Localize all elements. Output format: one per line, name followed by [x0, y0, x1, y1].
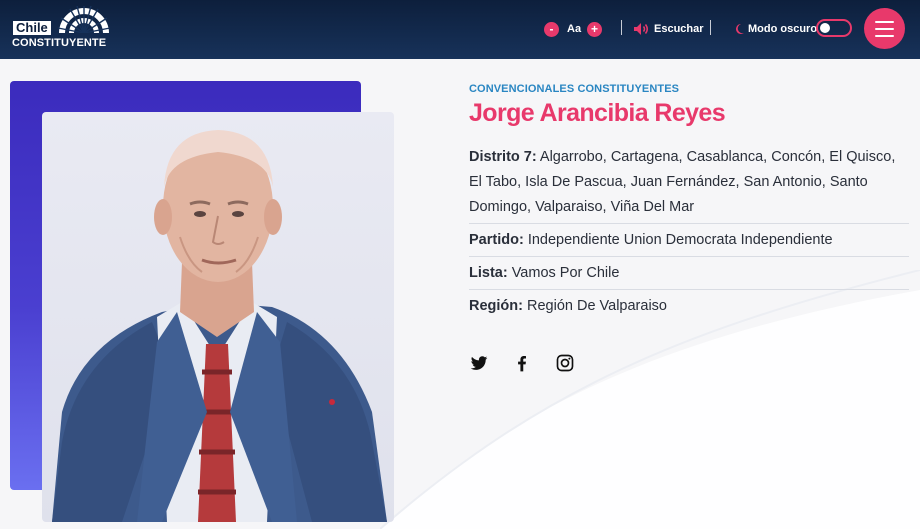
speaker-icon: [634, 23, 648, 35]
decrease-font-button[interactable]: -: [544, 21, 559, 37]
instagram-icon[interactable]: [555, 353, 575, 373]
party-label: Partido:: [469, 232, 524, 248]
party-value: Independiente Union Democrata Independie…: [527, 232, 833, 248]
menu-line: [875, 21, 894, 23]
facebook-icon[interactable]: [512, 353, 532, 373]
logo-arc-icon: [57, 6, 111, 33]
social-links: [469, 353, 575, 373]
list-value: Vamos Por Chile: [511, 265, 620, 281]
menu-line: [875, 35, 894, 37]
font-size-label: Aa: [567, 23, 582, 35]
portrait-illustration: [52, 130, 387, 522]
profile-photo: [42, 112, 394, 522]
logo-chile-text: Chile: [13, 21, 51, 35]
site-header: Chile CONSTITUYENTE - Aa + Escuchar Modo…: [0, 0, 920, 59]
profile-info: CONVENCIONALES CONSTITUYENTES Jorge Aran…: [469, 83, 909, 322]
logo-constituyente-text: CONSTITUYENTE: [12, 37, 107, 49]
toggle-knob: [820, 23, 830, 33]
moon-icon: [736, 24, 744, 34]
list-label: Lista:: [469, 265, 508, 281]
header-divider: [710, 20, 711, 35]
listen-button[interactable]: Escuchar: [633, 20, 704, 38]
list-field: Lista: Vamos Por Chile: [469, 257, 909, 290]
twitter-icon[interactable]: [469, 353, 489, 373]
header-divider: [621, 20, 622, 35]
dark-mode-toggle[interactable]: [816, 19, 852, 37]
district-field: Distrito 7: Algarrobo, Cartagena, Casabl…: [469, 141, 909, 224]
region-field: Región: Región De Valparaiso: [469, 290, 909, 322]
region-value: Región De Valparaiso: [527, 298, 667, 314]
font-size-controls: - Aa +: [544, 20, 603, 38]
party-field: Partido: Independiente Union Democrata I…: [469, 224, 909, 257]
section-kicker: CONVENCIONALES CONSTITUYENTES: [469, 83, 680, 95]
hamburger-menu-button[interactable]: [864, 8, 905, 49]
dark-mode-control: Modo oscuro: [734, 20, 817, 38]
listen-label: Escuchar: [654, 23, 704, 35]
profile-name: Jorge Arancibia Reyes: [469, 99, 726, 127]
district-label: Distrito 7:: [469, 149, 537, 165]
chile-constituyente-logo[interactable]: Chile CONSTITUYENTE: [12, 6, 112, 52]
dark-mode-label: Modo oscuro: [748, 23, 818, 35]
region-label: Región:: [469, 298, 523, 314]
increase-font-button[interactable]: +: [587, 21, 603, 37]
menu-line: [875, 28, 894, 30]
